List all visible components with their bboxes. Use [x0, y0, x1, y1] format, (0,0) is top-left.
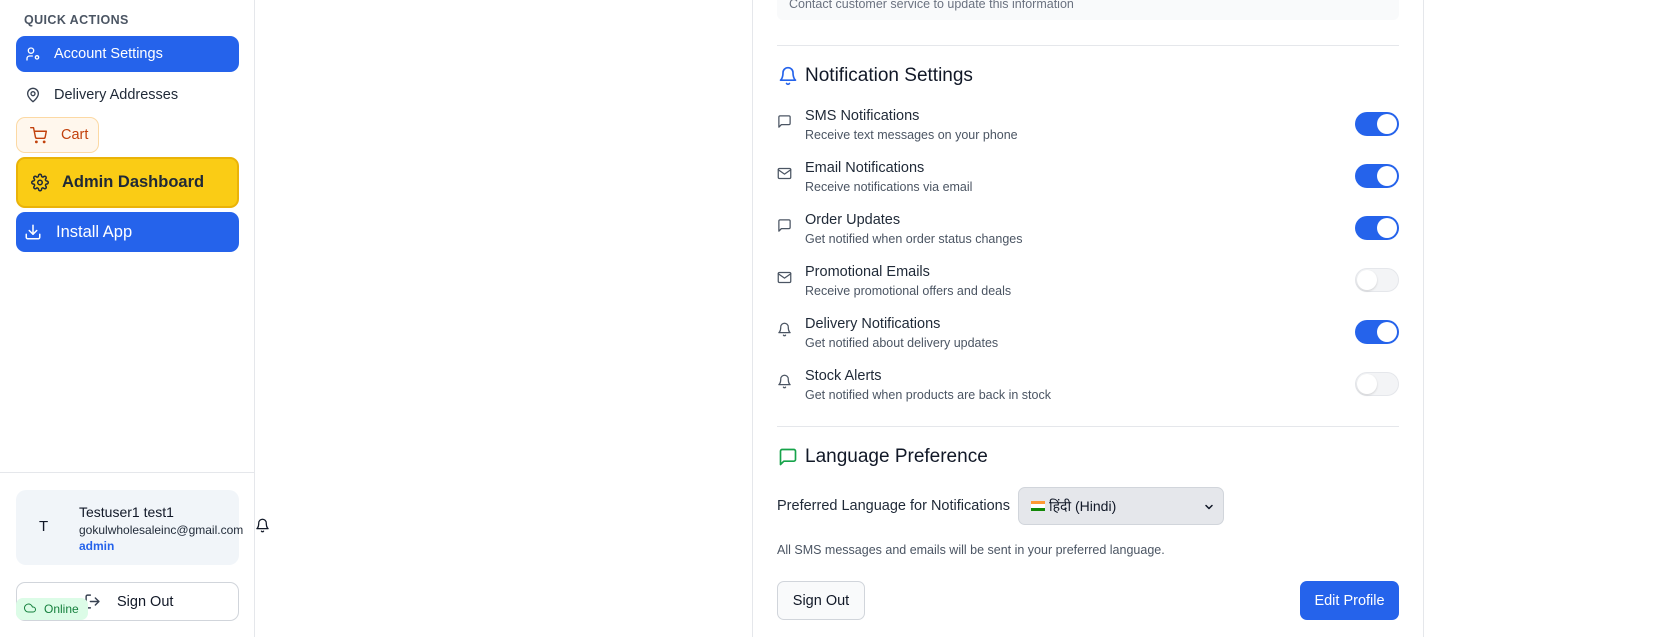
notification-toggle[interactable] [1355, 320, 1399, 344]
admin-dashboard-button[interactable]: Admin Dashboard [16, 157, 239, 208]
notification-name: Promotional Emails [805, 264, 930, 280]
user-email: gokulwholesaleinc@gmail.com [79, 523, 244, 537]
sidebar-sign-out-label: Sign Out [117, 594, 174, 610]
india-flag-icon [1031, 501, 1045, 511]
notification-row: Stock Alerts Get notified when products a… [777, 368, 1399, 408]
notification-row: Delivery Notifications Get notified about… [777, 316, 1399, 356]
user-name: Testuser1 test1 [79, 504, 174, 520]
bell-icon [778, 66, 798, 91]
message-square-icon [778, 447, 798, 472]
profile-page: QUICK ACTIONS Account Settings Delivery … [0, 0, 1668, 637]
notification-toggle[interactable] [1355, 268, 1399, 292]
notification-name: Email Notifications [805, 160, 925, 176]
bell-icon [777, 374, 792, 394]
cloud-icon [24, 602, 36, 617]
delivery-addresses-link[interactable]: Delivery Addresses [16, 85, 239, 105]
notification-row: Email Notifications Receive notifications… [777, 160, 1399, 200]
install-app-button[interactable]: Install App [16, 212, 239, 252]
section-divider [777, 45, 1399, 46]
toggle-knob [1377, 218, 1397, 238]
avatar: T [39, 518, 49, 535]
language-select[interactable]: हिंदी (Hindi) [1018, 487, 1224, 525]
toggle-knob [1377, 114, 1397, 134]
notification-name: Order Updates [805, 212, 901, 228]
download-icon [24, 223, 42, 241]
quick-actions-title: QUICK ACTIONS [24, 13, 129, 27]
language-label: Preferred Language for Notifications [777, 498, 1010, 514]
notification-toggle[interactable] [1355, 164, 1399, 188]
cart-label: Cart [61, 127, 89, 143]
cart-icon [29, 126, 47, 144]
online-status-badge: Online [16, 598, 88, 620]
online-status-label: Online [44, 602, 79, 616]
user-role-badge: admin [79, 539, 115, 553]
contact-note: Contact customer service to update this … [789, 0, 1074, 11]
edit-profile-button[interactable]: Edit Profile [1300, 581, 1399, 620]
install-app-label: Install App [56, 222, 133, 241]
message-square-icon [777, 114, 792, 134]
toggle-knob [1377, 166, 1397, 186]
notification-row: SMS Notifications Receive text messages o… [777, 108, 1399, 148]
chevron-down-icon [1203, 500, 1215, 516]
notification-toggle[interactable] [1355, 112, 1399, 136]
user-card: T Testuser1 test1 gokulwholesaleinc@gmai… [16, 490, 243, 565]
notification-name: SMS Notifications [805, 108, 920, 124]
notification-row: Order Updates Get notified when order sta… [777, 212, 1399, 252]
notification-description: Get notified when products are back in s… [805, 388, 1051, 402]
map-pin-icon [24, 86, 42, 104]
gear-icon [31, 173, 49, 192]
notification-description: Get notified about delivery updates [805, 336, 999, 350]
notification-name: Stock Alerts [805, 368, 882, 384]
cart-button[interactable]: Cart [16, 117, 99, 153]
notification-description: Get notified when order status changes [805, 232, 1023, 246]
notification-settings-title: Notification Settings [805, 65, 973, 86]
account-settings-button[interactable]: Account Settings [16, 36, 239, 72]
sidebar-divider [0, 472, 255, 473]
notification-description: Receive notifications via email [805, 180, 973, 194]
notification-row: Promotional Emails Receive promotional of… [777, 264, 1399, 304]
language-preference-title: Language Preference [805, 446, 988, 467]
bell-icon [777, 322, 792, 342]
user-cog-icon [24, 45, 42, 63]
toggle-knob [1357, 270, 1377, 290]
delivery-addresses-label: Delivery Addresses [54, 87, 179, 103]
language-note: All SMS messages and emails will be sent… [777, 543, 1165, 557]
toggle-knob [1357, 374, 1377, 394]
notification-toggle[interactable] [1355, 216, 1399, 240]
mail-icon [777, 270, 792, 290]
notification-description: Receive text messages on your phone [805, 128, 1018, 142]
notification-name: Delivery Notifications [805, 316, 941, 332]
language-selected-value: हिंदी (Hindi) [1049, 497, 1117, 514]
account-settings-label: Account Settings [54, 46, 163, 62]
mail-icon [777, 166, 792, 186]
toggle-knob [1377, 322, 1397, 342]
notifications-bell-icon[interactable] [255, 518, 270, 538]
notification-toggle[interactable] [1355, 372, 1399, 396]
notification-description: Receive promotional offers and deals [805, 284, 1012, 298]
sign-out-button[interactable]: Sign Out [777, 581, 865, 620]
sidebar: QUICK ACTIONS Account Settings Delivery … [0, 0, 255, 637]
admin-dashboard-label: Admin Dashboard [62, 173, 205, 191]
message-square-icon [777, 218, 792, 238]
section-divider [777, 426, 1399, 427]
